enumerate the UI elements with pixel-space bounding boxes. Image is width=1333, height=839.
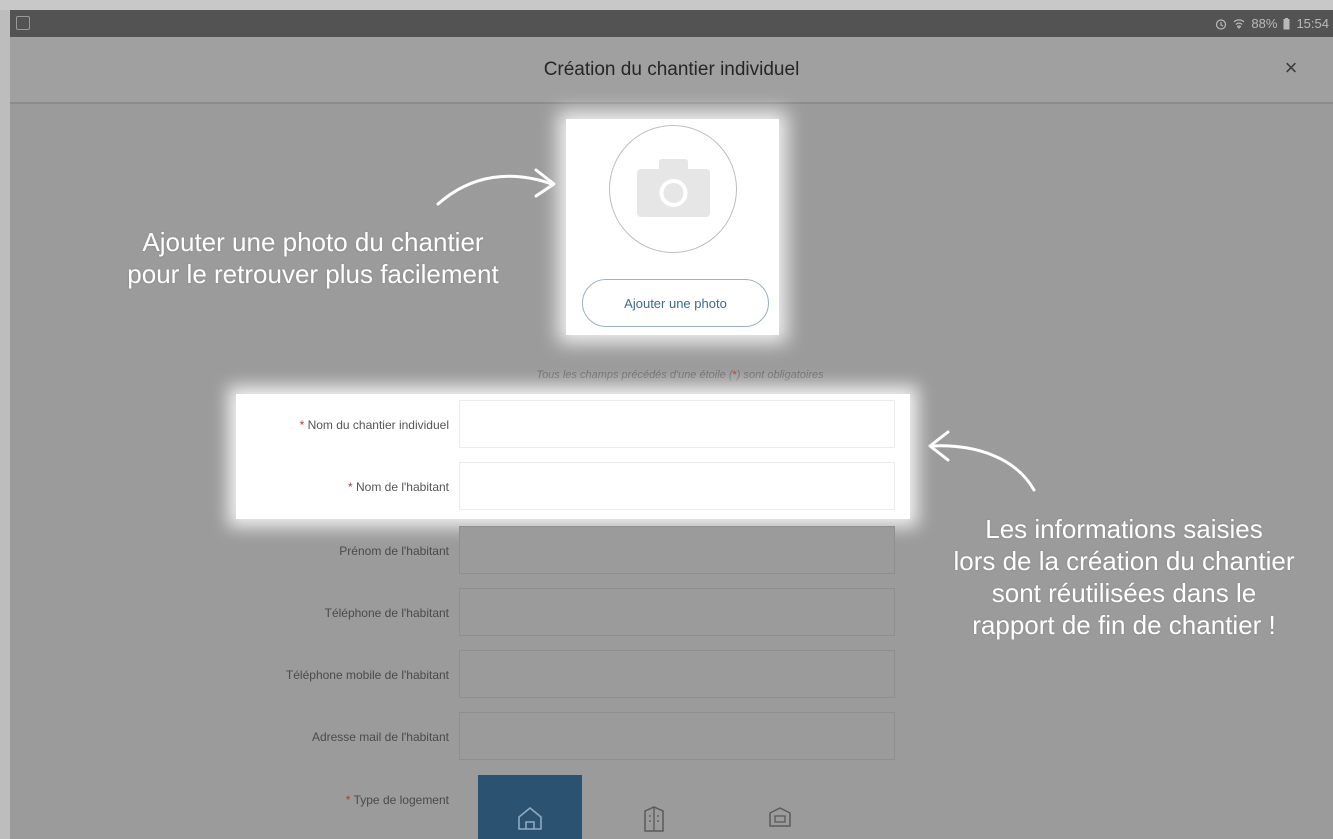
required-note-after: ) sont obligatoires — [736, 369, 824, 381]
annotation-info-line1: Les informations saisies — [985, 514, 1263, 544]
required-fields-note: Tous les champs précédés d'une étoile (*… — [470, 369, 890, 381]
top-strip — [0, 0, 1333, 10]
annotation-photo-line1: Ajouter une photo du chantier — [142, 227, 484, 257]
wifi-icon — [1233, 18, 1245, 29]
annotation-info-line2: lors de la création du chantier — [953, 546, 1295, 576]
resident-firstname-label: Prénom de l'habitant — [339, 544, 449, 558]
form-row-resident-mobile: Téléphone mobile de l'habitant — [0, 650, 1333, 700]
alarm-icon — [1216, 18, 1227, 30]
housing-type-label: * Type de logement — [345, 793, 449, 807]
resident-firstname-input[interactable] — [459, 526, 895, 574]
resident-mobile-label: Téléphone mobile de l'habitant — [285, 668, 449, 682]
battery-percent: 88% — [1251, 16, 1278, 31]
photo-placeholder[interactable] — [609, 125, 737, 253]
required-note-before: Tous les champs précédés d'une étoile ( — [536, 369, 733, 381]
housing-type-building-button[interactable] — [604, 775, 708, 839]
site-name-label: * Nom du chantier individuel — [299, 418, 449, 432]
house-icon — [518, 807, 542, 830]
apartment-icon — [769, 807, 791, 827]
resident-email-input[interactable] — [459, 712, 895, 760]
add-photo-button[interactable]: Ajouter une photo — [582, 279, 769, 327]
camera-icon — [637, 159, 710, 217]
form-row-site-name: * Nom du chantier individuel — [0, 400, 1333, 450]
resident-mobile-input[interactable] — [459, 650, 895, 698]
site-name-input[interactable] — [459, 400, 895, 448]
arrow-right-icon — [436, 168, 556, 206]
arrow-left-icon — [928, 430, 1036, 492]
annotation-info-line4: rapport de fin de chantier ! — [972, 610, 1276, 640]
status-icons: 88% 15:54 — [1215, 16, 1329, 31]
status-bar: 88% 15:54 — [10, 10, 1333, 37]
housing-type-apartment-button[interactable] — [729, 775, 833, 839]
gallery-icon — [16, 16, 30, 30]
title-bar: Création du chantier individuel × — [10, 37, 1333, 104]
page-title: Création du chantier individuel — [543, 59, 800, 80]
annotation-photo: Ajouter une photo du chantier pour le re… — [78, 226, 548, 290]
status-time: 15:54 — [1296, 16, 1329, 31]
battery-icon — [1283, 17, 1290, 29]
resident-name-label: * Nom de l'habitant — [347, 480, 449, 494]
resident-email-label: Adresse mail de l'habitant — [311, 730, 449, 744]
housing-type-house-button[interactable] — [478, 775, 582, 839]
building-icon — [644, 806, 664, 832]
resident-name-input[interactable] — [459, 462, 895, 510]
resident-phone-input[interactable] — [459, 588, 895, 636]
form-row-resident-name: * Nom de l'habitant — [0, 462, 1333, 512]
annotation-info-reuse: Les informations saisies lors de la créa… — [914, 513, 1333, 641]
form-row-resident-email: Adresse mail de l'habitant — [0, 712, 1333, 762]
annotation-photo-line2: pour le retrouver plus facilement — [127, 259, 499, 289]
photo-card: Ajouter une photo — [566, 119, 779, 335]
resident-phone-label: Téléphone de l'habitant — [324, 606, 449, 620]
annotation-info-line3: sont réutilisées dans le — [991, 578, 1257, 608]
close-button[interactable]: × — [1280, 57, 1302, 79]
